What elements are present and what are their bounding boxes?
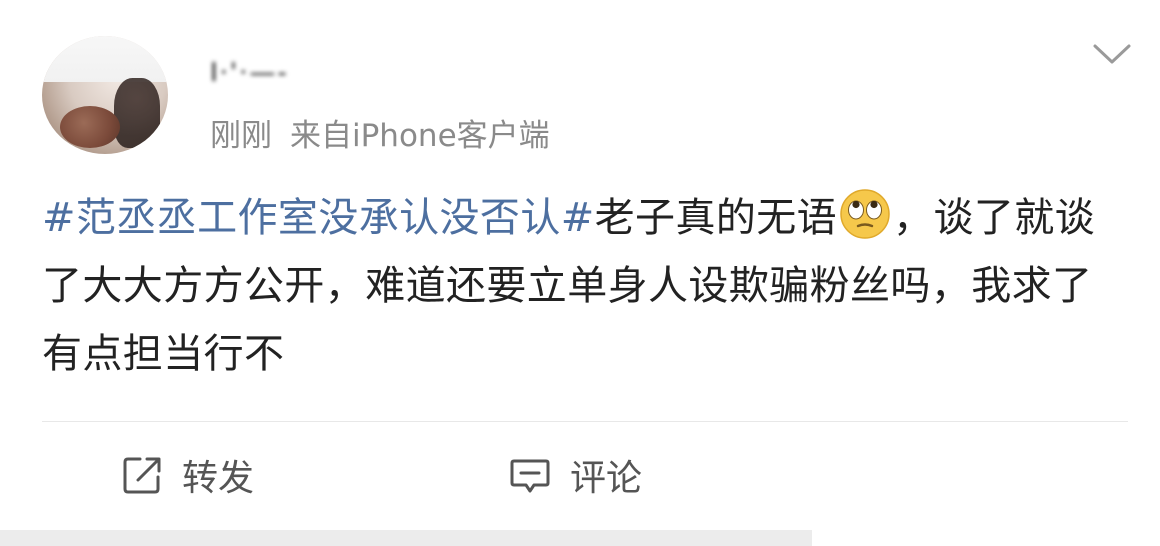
- eye-roll-emoji-icon: [840, 189, 890, 239]
- comment-button[interactable]: 评论: [508, 448, 642, 502]
- post-meta: 刚刚 来自iPhone客户端: [210, 110, 550, 155]
- avatar-bouquet: [60, 106, 120, 148]
- avatar[interactable]: [42, 36, 168, 154]
- username[interactable]: I·'·—-: [210, 58, 289, 92]
- chevron-down-icon[interactable]: [1092, 42, 1132, 66]
- divider: [42, 421, 1128, 422]
- hashtag-link[interactable]: #范丞丞工作室没承认没否认#: [42, 195, 595, 241]
- avatar-mask: [42, 36, 168, 82]
- post-time: 刚刚: [210, 118, 272, 154]
- content-text: 老子真的无语: [594, 195, 838, 241]
- comment-icon: [510, 459, 550, 493]
- repost-button[interactable]: 转发: [120, 448, 254, 502]
- comment-label: 评论: [570, 458, 643, 499]
- avatar-hair: [114, 78, 160, 148]
- post-content: #范丞丞工作室没承认没否认#老子真的无语 ，谈了就谈了大大方方公开，难道还要立单…: [42, 184, 1132, 388]
- repost-label: 转发: [182, 458, 255, 499]
- repost-icon: [123, 457, 161, 494]
- next-item-edge: [0, 530, 812, 546]
- weibo-post: I·'·—- 刚刚 来自iPhone客户端 #范丞丞工作室没承认没否认#老子真的无…: [0, 0, 1160, 546]
- post-source: 来自iPhone客户端: [290, 118, 550, 154]
